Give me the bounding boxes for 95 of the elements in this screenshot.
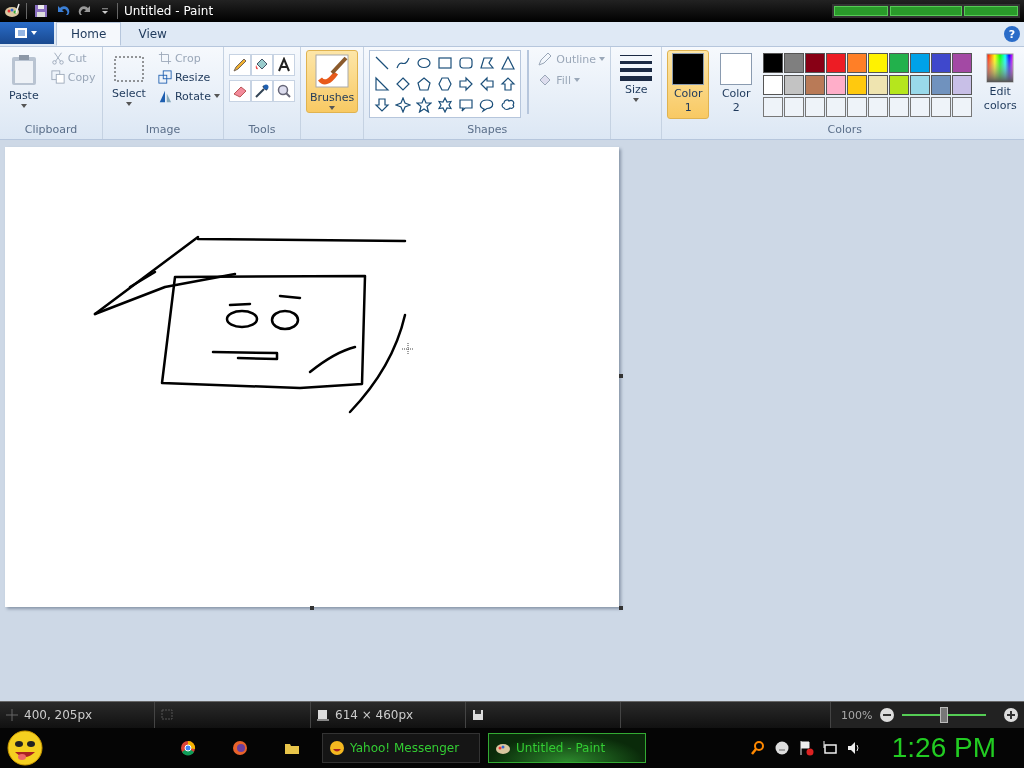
group-label: Image (144, 123, 182, 138)
canvas-size-icon (317, 709, 329, 721)
group-label: Shapes (466, 123, 509, 138)
caret-icon (329, 106, 336, 110)
speaker-icon[interactable] (845, 740, 862, 756)
selection-size-icon (161, 709, 173, 721)
zoom-slider-thumb[interactable] (940, 707, 949, 723)
color-swatch[interactable] (763, 75, 784, 95)
ribbon-tab[interactable]: View (123, 22, 182, 46)
color-swatch[interactable] (952, 75, 973, 95)
color-swatch[interactable] (826, 75, 847, 95)
resize-handle[interactable] (619, 606, 623, 610)
cursor-position: 400, 205px (24, 708, 93, 722)
crop-icon (157, 51, 172, 65)
color-swatch[interactable] (931, 75, 952, 95)
color-swatch[interactable] (847, 75, 868, 95)
pencil-icon[interactable] (229, 54, 251, 76)
line-width-icon (620, 53, 653, 81)
group-label: Clipboard (23, 123, 79, 138)
pen-icon (537, 51, 554, 67)
scissors-icon (50, 51, 65, 65)
color-swatch[interactable] (805, 53, 826, 73)
color-swatch[interactable] (805, 75, 826, 95)
crosshair-cursor-icon (402, 343, 414, 355)
taskbar-button[interactable]: Yahoo! Messenger (322, 733, 480, 763)
eraser-icon[interactable] (229, 80, 251, 102)
canvas-size: 614 × 460px (335, 708, 414, 722)
cursor-position-icon (6, 709, 18, 721)
zoom-level: 100% (841, 708, 873, 722)
caret-icon (213, 94, 220, 98)
magnifier-icon[interactable] (273, 80, 295, 102)
search-icon[interactable] (749, 740, 766, 756)
resize-icon (157, 70, 172, 84)
color-swatch[interactable] (889, 75, 910, 95)
color-selector-button[interactable]: Color 2 (715, 50, 758, 119)
smiley-start-icon[interactable] (6, 730, 44, 766)
dashed-rectangle-icon (112, 53, 145, 85)
menu-icon (14, 27, 40, 39)
five-point-star-shape-icon[interactable] (414, 95, 435, 115)
color-picker-icon[interactable] (251, 80, 273, 102)
paste-button[interactable]: Paste (5, 50, 43, 111)
fox-globe-icon[interactable] (232, 740, 248, 756)
color-swatch[interactable] (889, 53, 910, 73)
browser-icon[interactable] (180, 740, 196, 756)
color-swatch[interactable] (952, 53, 973, 73)
color-swatch[interactable] (910, 53, 931, 73)
caret-icon (633, 98, 640, 102)
resize-button[interactable]: Resize (155, 69, 222, 85)
size-button[interactable]: Size (616, 50, 657, 105)
rainbow-gradient-icon (986, 53, 1015, 83)
color-swatch[interactable] (763, 53, 784, 73)
group-label: Colors (826, 123, 863, 138)
smiley-tray-icon[interactable] (773, 740, 790, 756)
color-swatch[interactable] (868, 53, 889, 73)
caret-icon (20, 104, 27, 108)
brushes-button[interactable]: Brushes (306, 50, 359, 113)
edit-colors-button[interactable]: Edit colors (978, 50, 1023, 117)
four-point-star-shape-icon[interactable] (393, 95, 414, 115)
taskbar-button[interactable]: Untitled - Paint (488, 733, 646, 763)
caret-icon (599, 57, 606, 61)
resize-handle[interactable] (619, 374, 623, 378)
zoom-in-icon[interactable] (1004, 708, 1018, 722)
resize-handle[interactable] (310, 606, 314, 610)
ribbon-tab[interactable]: Home (56, 22, 122, 46)
color-swatch[interactable] (931, 53, 952, 73)
rotate-icon (157, 89, 172, 103)
color-swatch[interactable] (910, 75, 931, 95)
window-title: Untitled - Paint (124, 4, 214, 18)
color-swatch[interactable] (847, 53, 868, 73)
save-icon[interactable] (33, 3, 49, 19)
brush-icon (314, 53, 351, 89)
color-swatch[interactable] (784, 53, 805, 73)
color-swatch[interactable] (784, 75, 805, 95)
smiley-icon (329, 740, 345, 756)
color-swatch[interactable] (826, 53, 847, 73)
help-button[interactable]: ? (1004, 26, 1020, 42)
select-button[interactable]: Select (108, 50, 150, 109)
paint-bucket-icon[interactable] (251, 54, 273, 76)
gallery-scrollbar[interactable] (527, 50, 530, 114)
network-icon[interactable] (821, 740, 838, 756)
group-label: Tools (247, 123, 277, 138)
file-size-icon (472, 709, 484, 721)
zoom-out-icon[interactable] (880, 708, 895, 722)
clock: 1:26 PM (891, 732, 996, 764)
color-swatch[interactable] (868, 75, 889, 95)
paint-menu-button[interactable] (0, 22, 54, 44)
copy-icon (50, 70, 65, 84)
caret-icon (125, 102, 132, 106)
color-selector-button[interactable]: Color 1 (667, 50, 710, 119)
palette-icon[interactable] (4, 3, 20, 19)
clipboard-icon (9, 53, 38, 87)
rotate-button[interactable]: Rotate (155, 88, 222, 104)
caret-icon (573, 78, 580, 82)
text-tool-icon[interactable] (273, 54, 295, 76)
flag-icon[interactable] (797, 740, 814, 756)
